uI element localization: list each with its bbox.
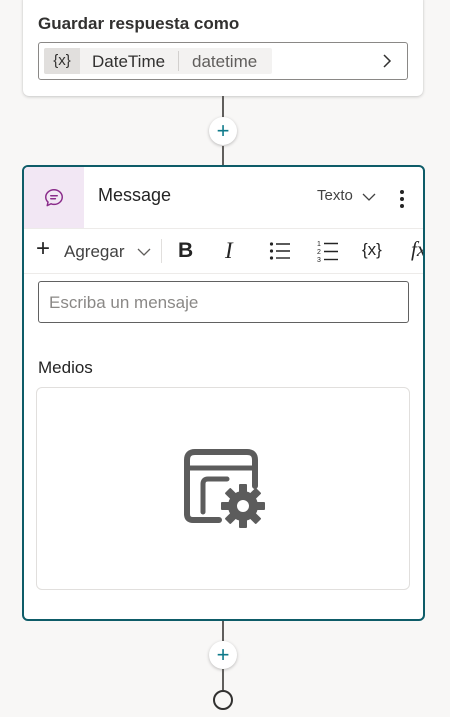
chat-bubble-icon [45, 189, 63, 207]
svg-text:1: 1 [317, 241, 321, 248]
connector-line [222, 146, 224, 165]
media-dropzone[interactable] [36, 387, 410, 590]
message-node-title: Message [98, 185, 172, 205]
insert-formula-button[interactable]: fx [411, 237, 423, 262]
message-toolbar: + Agregar B I 1 2 3 {x} fx [24, 228, 423, 274]
svg-text:3: 3 [317, 257, 321, 263]
chip-divider [178, 51, 179, 71]
message-icon-container [24, 167, 84, 228]
connector-line [222, 621, 224, 641]
variable-name: DateTime [92, 52, 166, 71]
format-select-value[interactable]: Texto [317, 187, 353, 204]
message-node-card[interactable]: Message Texto + Agregar B I 1 2 3 {x} fx… [22, 165, 425, 621]
add-node-button[interactable]: + [209, 641, 237, 669]
add-menu-button[interactable]: Agregar [64, 242, 124, 262]
message-input-placeholder: Escriba un mensaje [49, 293, 199, 312]
variable-chip[interactable]: {x} DateTime datetime [44, 48, 272, 74]
connector-line [222, 669, 224, 690]
variable-type: datetime [192, 52, 258, 71]
italic-button[interactable]: I [225, 238, 233, 264]
connector-line [222, 96, 224, 118]
add-node-button[interactable]: + [209, 117, 237, 145]
svg-text:2: 2 [317, 249, 321, 256]
bullet-list-icon[interactable] [269, 241, 291, 261]
chevron-down-icon[interactable] [137, 247, 151, 257]
add-icon[interactable]: + [36, 235, 50, 263]
save-response-variable-field[interactable]: {x} DateTime datetime [38, 42, 408, 80]
media-label: Medios [38, 358, 93, 377]
message-input[interactable]: Escriba un mensaje [38, 281, 409, 323]
chevron-down-icon[interactable] [362, 191, 376, 203]
more-vertical-icon[interactable] [396, 187, 408, 211]
end-node-icon [213, 690, 233, 710]
media-settings-icon [184, 449, 265, 528]
insert-variable-button[interactable]: {x} [362, 240, 382, 260]
chevron-right-icon[interactable] [379, 53, 395, 69]
save-response-label: Guardar respuesta como [38, 14, 240, 33]
variable-icon: {x} [44, 48, 80, 74]
numbered-list-icon[interactable]: 1 2 3 [317, 239, 339, 263]
bold-button[interactable]: B [178, 239, 193, 263]
toolbar-divider [161, 239, 162, 263]
